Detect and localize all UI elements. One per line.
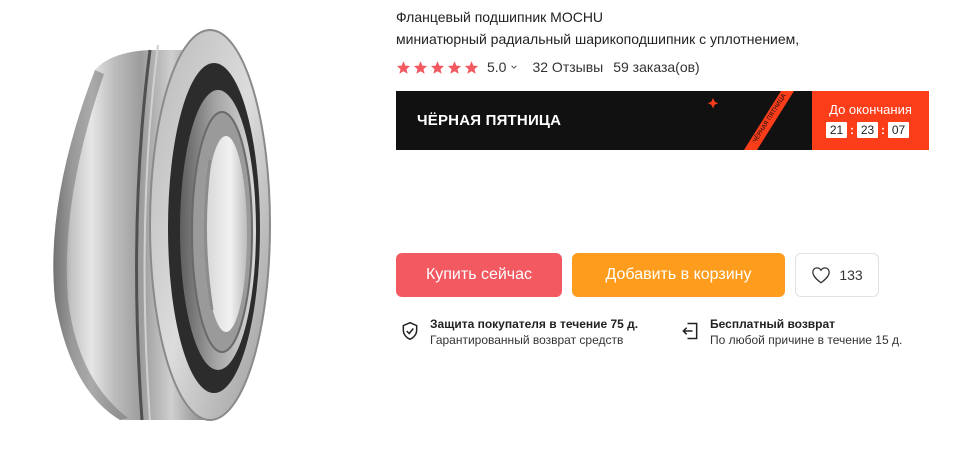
rating-value[interactable]: 5.0: [487, 59, 506, 75]
sparkle-icon: [707, 98, 719, 109]
countdown-label: До окончания: [829, 102, 912, 117]
product-subtitle: миниатюрный радиальный шарикоподшипник с…: [396, 31, 800, 47]
add-to-cart-button[interactable]: Добавить в корзину: [572, 253, 785, 297]
product-title: Фланцевый подшипник MOCHU: [396, 9, 604, 25]
timer-minutes: 23: [857, 122, 878, 138]
guarantee-subtitle: По любой причине в течение 15 д.: [710, 333, 903, 347]
star-icon: [396, 60, 411, 74]
rating-stars[interactable]: [396, 60, 479, 75]
rating-row: 5.0 32 Отзывы 59 заказа(ов): [396, 57, 700, 77]
product-image[interactable]: [0, 0, 380, 451]
ribbon-text: ЧЁРНАЯ ПЯТНИЦА: [752, 92, 788, 144]
guarantee-subtitle: Гарантированный возврат средств: [430, 333, 624, 347]
buyer-protection[interactable]: Защита покупателя в течение 75 д. Гарант…: [400, 317, 638, 348]
buy-now-button[interactable]: Купить сейчас: [396, 253, 562, 297]
free-return[interactable]: Бесплатный возврат По любой причине в те…: [680, 317, 902, 348]
shield-check-icon: [402, 321, 418, 341]
star-icon: [464, 60, 479, 74]
black-friday-banner[interactable]: ЧЁРНАЯ ПЯТНИЦА ЧЁРНАЯ ПЯТНИЦА До окончан…: [396, 91, 929, 150]
star-icon: [430, 60, 445, 74]
guarantee-title: Защита покупателя в течение 75 д.: [430, 317, 639, 331]
return-arrow-icon: [682, 322, 698, 340]
wishlist-button[interactable]: 133: [795, 253, 879, 297]
promo-ribbon: ЧЁРНАЯ ПЯТНИЦА: [707, 91, 794, 150]
promo-title: ЧЁРНАЯ ПЯТНИЦА: [417, 112, 562, 129]
reviews-link[interactable]: 32 Отзывы: [532, 59, 603, 75]
countdown-panel: До окончания 21 : 23 : 07: [812, 91, 929, 150]
heart-icon: [812, 267, 831, 284]
guarantee-title: Бесплатный возврат: [710, 317, 836, 331]
timer-hours: 21: [826, 122, 847, 138]
star-icon: [413, 60, 428, 74]
star-icon: [447, 60, 462, 74]
timer-seconds: 07: [888, 122, 909, 138]
product-info: Фланцевый подшипник MOCHU миниатюрный ра…: [396, 0, 936, 451]
chevron-down-icon[interactable]: [510, 63, 518, 71]
wishlist-count: 133: [839, 267, 863, 283]
orders-count: 59 заказа(ов): [613, 59, 700, 75]
countdown-timer: 21 : 23 : 07: [826, 122, 909, 138]
